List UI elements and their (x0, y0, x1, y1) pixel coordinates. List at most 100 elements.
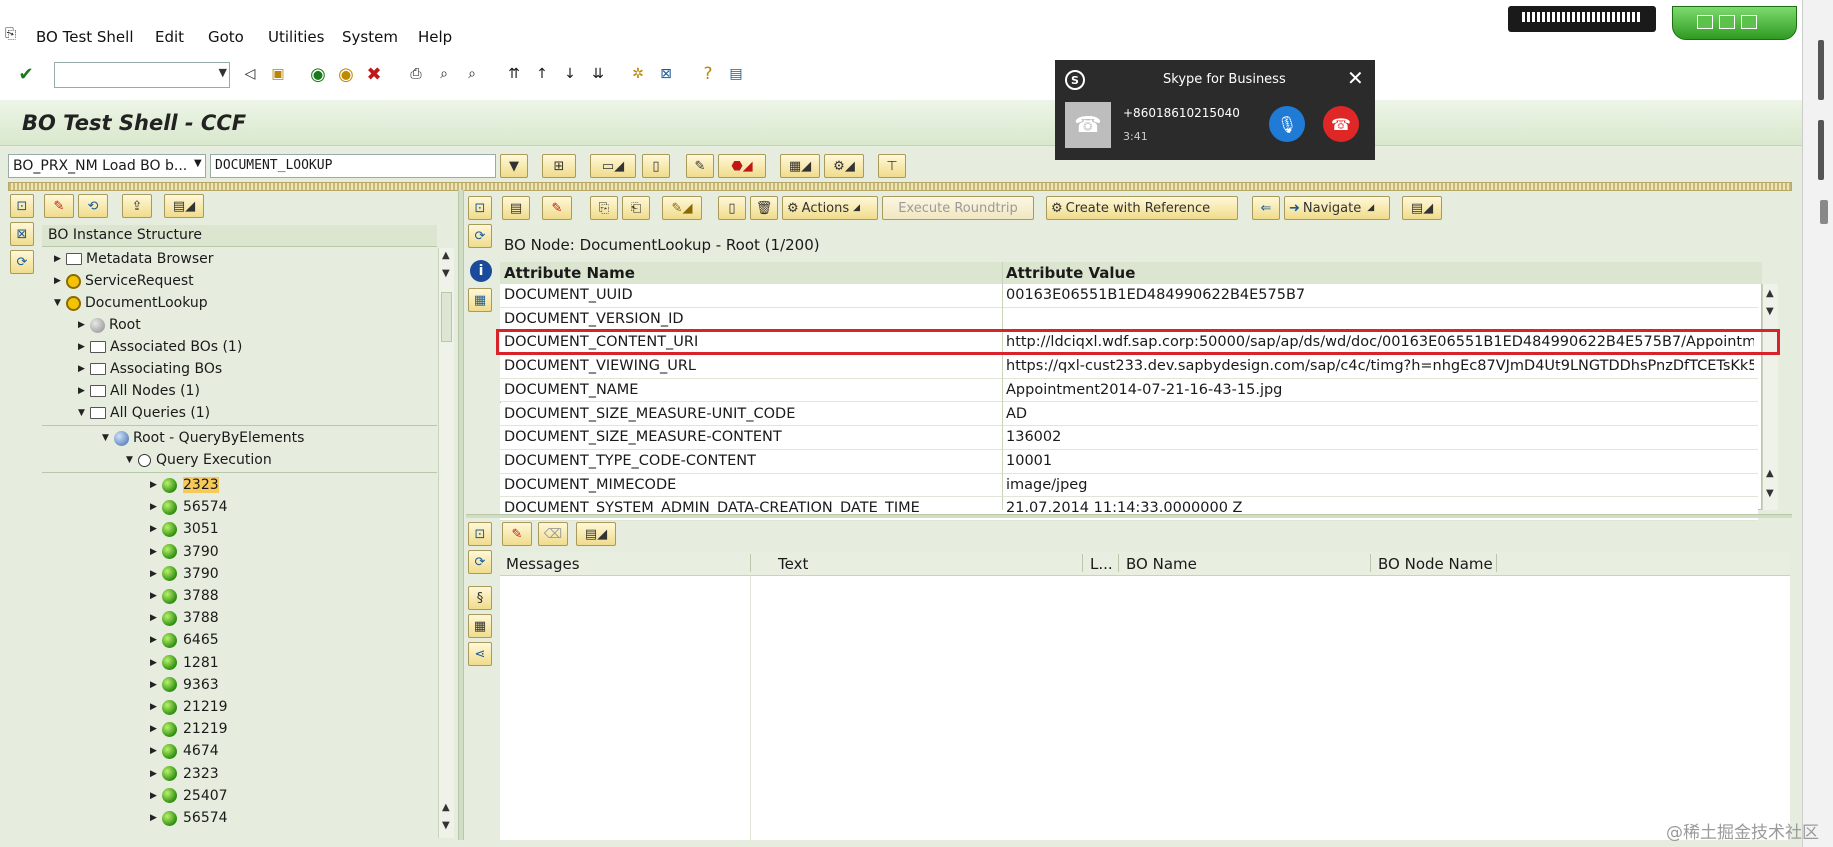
command-field[interactable]: ▼ (54, 62, 230, 88)
edge-handle[interactable] (1820, 200, 1828, 224)
expand-triangle-icon[interactable]: ▶ (150, 480, 162, 490)
share-icon[interactable]: ⋖ (468, 642, 492, 666)
node-input[interactable]: DOCUMENT_LOOKUP (210, 154, 496, 178)
expand-all-icon[interactable]: ⊡ (10, 194, 34, 218)
back-arrow-icon[interactable]: ⇐ (1252, 196, 1280, 220)
menu-edit[interactable]: Edit (155, 28, 184, 46)
new-icon[interactable]: ▯ (718, 196, 746, 220)
first-page-icon[interactable]: ⇈ (502, 62, 526, 86)
col-messages[interactable]: Messages (506, 555, 580, 573)
pencil-menu-icon[interactable]: ✎◢ (662, 196, 702, 220)
attribute-row[interactable]: DOCUMENT_CONTENT_URI http://ldciqxl.wdf.s… (500, 331, 1758, 356)
tree-result-row[interactable]: ▶ 56574 (150, 807, 228, 829)
vertical-splitter[interactable] (458, 190, 464, 840)
layout-menu-icon[interactable]: ▤◢ (164, 194, 204, 218)
collapse-icon[interactable]: ⊠ (10, 222, 34, 246)
tree-result-row[interactable]: ▶ 3790 (150, 563, 219, 585)
skype-call-popup[interactable]: S Skype for Business ✕ ☎ +86018610215040… (1055, 60, 1375, 160)
close-window-icon[interactable] (1741, 15, 1757, 29)
col-l[interactable]: L... (1090, 555, 1113, 573)
splitter-strip[interactable] (8, 182, 1792, 191)
tree-result-row[interactable]: ▶ 3790 (150, 541, 219, 563)
expand-view-icon[interactable]: ⊡ (468, 196, 492, 220)
attribute-row[interactable]: DOCUMENT_VIEWING_URL https://qxl-cust233.… (500, 355, 1758, 379)
menu-help[interactable]: Help (418, 28, 452, 46)
find-next-icon[interactable]: ⌕ (460, 62, 484, 86)
cancel-icon[interactable]: ✖ (362, 62, 386, 86)
calculator-icon[interactable]: ▦ (468, 614, 492, 638)
tree-result-row[interactable]: ▶ 21219 (150, 696, 228, 718)
expand-triangle-icon[interactable]: ▶ (54, 276, 66, 286)
msg-expand-icon[interactable]: ⊡ (468, 522, 492, 546)
next-page-icon[interactable]: ↓ (558, 62, 582, 86)
tree-result-row[interactable]: ▶ 25407 (150, 785, 228, 807)
refresh-icon[interactable]: ⟳ (10, 250, 34, 274)
actions-button[interactable]: ⚙ Actions ◢ (782, 196, 878, 220)
dropdown-button[interactable]: ▼ (500, 154, 528, 178)
enter-checkmark-icon[interactable]: ✔ (14, 62, 38, 86)
scroll-up-icon[interactable]: ▲ (442, 250, 450, 261)
menu-bo-test-shell[interactable]: BO Test Shell (36, 28, 134, 46)
minimize-icon[interactable] (1697, 15, 1713, 29)
navigate-button[interactable]: ➜ Navigate ◢ (1284, 196, 1390, 220)
reload-icon[interactable]: ⟲ (78, 194, 108, 218)
tree-result-row[interactable]: ▶ 56574 (150, 496, 228, 518)
menu-system[interactable]: System (342, 28, 398, 46)
edge-handle[interactable] (1818, 120, 1824, 180)
col-attribute-name[interactable]: Attribute Name (504, 264, 635, 282)
col-bo-name[interactable]: BO Name (1126, 555, 1197, 573)
details-icon[interactable]: ▤ (502, 196, 530, 220)
expand-triangle-icon[interactable]: ▶ (150, 591, 162, 601)
col-bo-node-name[interactable]: BO Node Name (1378, 555, 1493, 573)
collapse-triangle-icon[interactable]: ▼ (78, 408, 90, 418)
horizontal-splitter[interactable] (466, 514, 1792, 518)
expand-triangle-icon[interactable]: ▶ (150, 680, 162, 690)
tree-result-row[interactable]: ▶ 1281 (150, 652, 219, 674)
scroll-up-icon[interactable]: ▲ (1766, 468, 1774, 479)
expand-triangle-icon[interactable]: ▶ (150, 724, 162, 734)
shortcut-icon[interactable]: ⊠ (654, 62, 678, 86)
layout-icon[interactable]: ▤ (724, 62, 748, 86)
scroll-down-icon[interactable]: ▼ (1766, 488, 1774, 499)
expand-triangle-icon[interactable]: ▶ (150, 635, 162, 645)
expand-triangle-icon[interactable]: ▶ (78, 320, 90, 330)
tree-result-row[interactable]: ▶ 6465 (150, 629, 219, 651)
scroll-thumb[interactable] (441, 292, 452, 342)
expand-triangle-icon[interactable]: ▶ (78, 386, 90, 396)
delete-icon[interactable]: 🗑 (750, 196, 778, 220)
expand-triangle-icon[interactable]: ▶ (54, 254, 66, 264)
msg-clear-icon[interactable]: ⌫ (538, 522, 568, 546)
chart-button[interactable]: ▦◢ (780, 154, 820, 178)
back-icon[interactable]: ◉ (306, 62, 330, 86)
edit-button[interactable]: ✎ (686, 154, 714, 178)
tree-result-row[interactable]: ▶ 3051 (150, 518, 219, 540)
bo-select-combo[interactable]: BO_PRX_NM Load BO b... (8, 154, 206, 178)
scroll-down-icon[interactable]: ▼ (1766, 306, 1774, 317)
folder-menu-button[interactable]: ▭◢ (590, 154, 636, 178)
collapse-triangle-icon[interactable]: ▼ (54, 298, 66, 308)
tree-result-row[interactable]: ▶ 3788 (150, 607, 219, 629)
collapse-triangle-icon[interactable]: ▼ (102, 433, 114, 443)
stop-button[interactable]: ⬣◢ (718, 154, 766, 178)
menu-app-icon[interactable]: ⎘ (5, 26, 16, 42)
close-icon[interactable]: ✕ (1347, 66, 1364, 90)
back-triangle-icon[interactable]: ◁ (238, 62, 262, 86)
tree-node-associated-bos[interactable]: ▶ Associated BOs (1) (78, 336, 242, 358)
collapse-triangle-icon[interactable]: ▼ (126, 455, 138, 465)
create-with-reference-button[interactable]: ⚙ Create with Reference (1046, 196, 1238, 220)
expand-triangle-icon[interactable]: ▶ (150, 569, 162, 579)
attribute-row[interactable]: DOCUMENT_MIMECODE image/jpeg (500, 473, 1758, 498)
scroll-up-icon[interactable]: ▲ (442, 802, 450, 813)
paste-icon[interactable]: ⎗ (622, 196, 650, 220)
tree-node-associating-bos[interactable]: ▶ Associating BOs (78, 358, 222, 380)
expand-button[interactable]: ⊞ (542, 154, 576, 178)
new-doc-button[interactable]: ▯ (642, 154, 670, 178)
create-session-icon[interactable]: ✲ (626, 62, 650, 86)
window-toolbar-handle[interactable] (1508, 6, 1656, 32)
expand-triangle-icon[interactable]: ▶ (150, 702, 162, 712)
expand-triangle-icon[interactable]: ▶ (150, 746, 162, 756)
expand-triangle-icon[interactable]: ▶ (150, 813, 162, 823)
print-icon[interactable]: ⎙ (404, 62, 428, 86)
expand-triangle-icon[interactable]: ▶ (150, 524, 162, 534)
scroll-doc-icon[interactable]: § (468, 586, 492, 610)
